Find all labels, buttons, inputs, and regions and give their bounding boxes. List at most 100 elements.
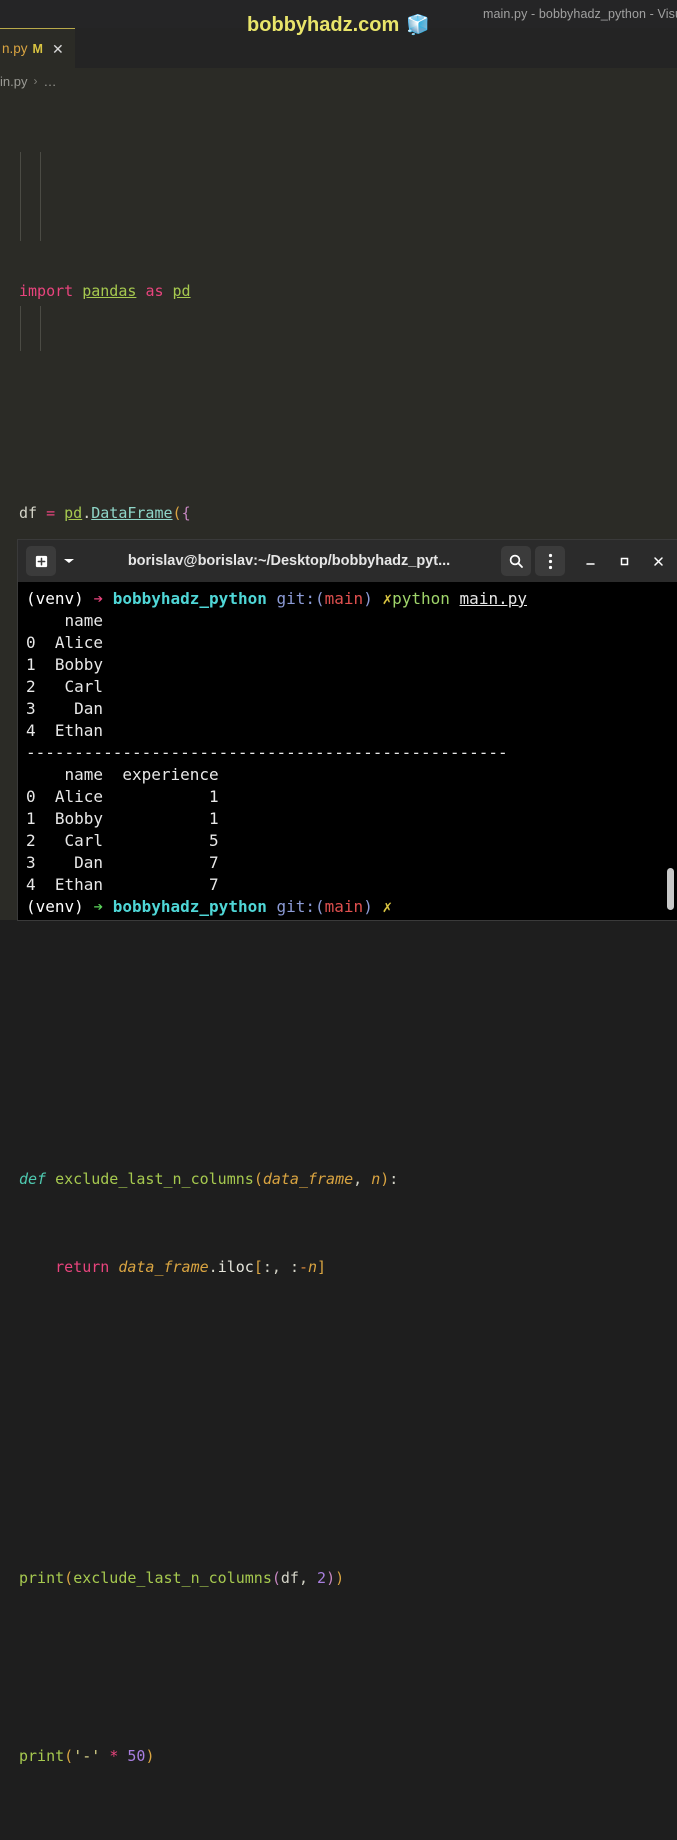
indent-guide: [40, 306, 41, 351]
terminal-titlebar: borislav@borislav:~/Desktop/bobbyhadz_py…: [18, 540, 677, 582]
tab-modified-badge: M: [32, 41, 43, 56]
tab-label: n.py: [2, 41, 28, 56]
module-pandas: pandas: [82, 281, 137, 300]
chevron-down-icon[interactable]: [57, 546, 81, 576]
git-label: git:: [276, 897, 316, 916]
paren-close: ): [363, 589, 373, 608]
output-table2-header: name experience: [26, 765, 219, 784]
prompt-directory: bobbyhadz_python: [112, 589, 267, 608]
paren-open: (: [315, 589, 325, 608]
param-data-frame: data_frame: [262, 1169, 354, 1188]
output-row: 1 Bobby: [26, 655, 104, 674]
output-separator: ----------------------------------------…: [26, 743, 508, 762]
paren-open: (: [315, 897, 325, 916]
breadcrumb[interactable]: in.py › …: [0, 68, 677, 94]
slice-n: n: [308, 1258, 318, 1277]
indent-guide: [40, 152, 41, 241]
exclude-call: exclude_last_n_columns: [73, 1569, 272, 1588]
code-line: df = pd.DataFrame({: [0, 502, 677, 524]
comma: ,: [298, 1569, 318, 1588]
minus-sign: -: [298, 1258, 308, 1277]
output-row: 4 Ethan: [26, 721, 104, 740]
breadcrumb-file[interactable]: in.py: [0, 74, 27, 89]
git-branch: main: [324, 589, 364, 608]
dot: .: [208, 1258, 218, 1277]
paren-open: (: [172, 503, 182, 522]
status-x-icon: ✗: [382, 897, 393, 916]
indent-guide: [20, 152, 21, 241]
terminal-output[interactable]: (venv) ➔ bobbyhadz_python git:(main) ✗py…: [18, 582, 677, 920]
dataframe-class: DataFrame: [91, 503, 173, 522]
paren-open: (: [64, 1569, 74, 1588]
minimize-button[interactable]: [575, 546, 605, 576]
colon: :: [389, 1169, 399, 1188]
arg-df: df: [280, 1569, 299, 1588]
new-tab-icon[interactable]: [26, 546, 56, 576]
output-row: 1 Bobby 1: [26, 809, 219, 828]
kw-def: def: [19, 1169, 47, 1188]
operator-multiply: *: [109, 1746, 119, 1765]
slice-cols: :: [289, 1258, 299, 1277]
repeat-count: 50: [127, 1746, 146, 1765]
dash-string: '-': [73, 1746, 101, 1765]
pd-ref: pd: [64, 503, 83, 522]
comma: ,: [353, 1169, 363, 1188]
paren-open-inner: (: [271, 1569, 281, 1588]
code-editor[interactable]: import pandas as pd df = pd.DataFrame({ …: [0, 94, 677, 1840]
paren-close: ): [363, 897, 373, 916]
bracket-open: [: [253, 1258, 263, 1277]
terminal-scrollbar[interactable]: [667, 868, 674, 910]
paren-close: ): [145, 1746, 155, 1765]
output-row: 2 Carl: [26, 677, 104, 696]
terminal-window[interactable]: borislav@borislav:~/Desktop/bobbyhadz_py…: [18, 540, 677, 920]
terminal-prompt-line-2: (venv) ➔ bobbyhadz_python git:(main) ✗: [26, 896, 677, 918]
maximize-button[interactable]: [609, 546, 639, 576]
search-icon[interactable]: [501, 546, 531, 576]
bracket-close: ]: [317, 1258, 327, 1277]
indent-guide: [20, 306, 21, 351]
arg-n: 2: [317, 1569, 327, 1588]
obj-data-frame: data_frame: [118, 1258, 209, 1277]
attr-iloc: iloc: [217, 1258, 254, 1277]
function-name: exclude_last_n_columns: [55, 1169, 254, 1188]
output-row: 2 Carl 5: [26, 831, 219, 850]
print-call: print: [19, 1746, 65, 1765]
paren-close-inner: ): [326, 1569, 336, 1588]
venv-label: (venv): [26, 589, 84, 608]
kebab-menu-icon[interactable]: [535, 546, 565, 576]
window-titlebar: main.py - bobbyhadz_python - Visu: [0, 0, 677, 28]
editor-tab-main-py[interactable]: n.py M ✕: [0, 28, 75, 68]
paren-close: ): [335, 1569, 345, 1588]
param-n: n: [371, 1169, 381, 1188]
output-row: 3 Dan 7: [26, 853, 219, 872]
output-row: 0 Alice: [26, 633, 104, 652]
code-line: def exclude_last_n_columns(data_frame, n…: [0, 1168, 677, 1190]
dot: .: [82, 503, 92, 522]
breadcrumb-ellipsis[interactable]: …: [43, 74, 56, 89]
slice-rows: :,: [262, 1258, 281, 1277]
command-file: main.py: [459, 589, 527, 608]
close-button[interactable]: [643, 546, 673, 576]
terminal-title: borislav@borislav:~/Desktop/bobbyhadz_py…: [127, 553, 451, 569]
output-row: 4 Ethan 7: [26, 875, 219, 894]
code-line: import pandas as pd: [0, 280, 677, 302]
paren-open: (: [253, 1169, 263, 1188]
close-icon[interactable]: ✕: [52, 42, 64, 56]
chevron-right-icon: ›: [33, 74, 38, 88]
prompt-directory: bobbyhadz_python: [112, 897, 267, 916]
git-label: git:: [276, 589, 316, 608]
terminal-prompt-line: (venv) ➔ bobbyhadz_python git:(main) ✗py…: [26, 588, 677, 610]
kw-as: as: [145, 281, 164, 300]
kw-return: return: [55, 1258, 110, 1277]
venv-label: (venv): [26, 897, 84, 916]
code-line: print(exclude_last_n_columns(df, 2)): [0, 1567, 677, 1589]
window-title: main.py - bobbyhadz_python - Visu: [482, 7, 677, 21]
